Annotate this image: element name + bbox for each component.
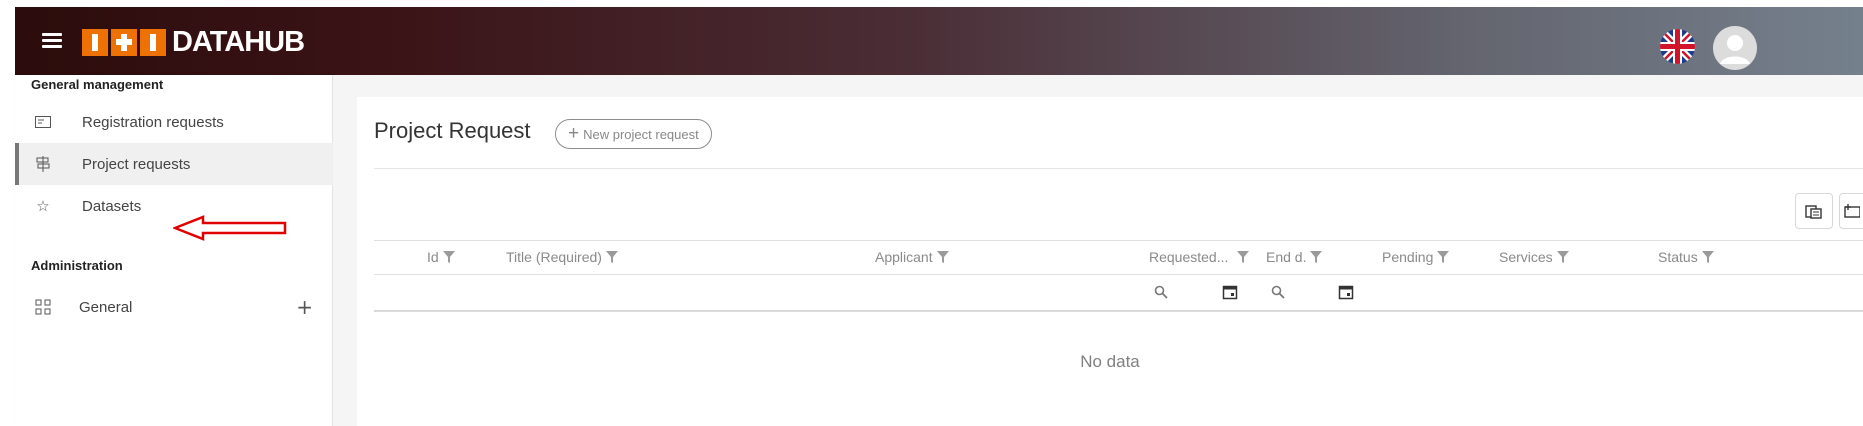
expand-plus-icon[interactable]: + [296, 295, 313, 319]
filter-icon[interactable] [1701, 250, 1715, 264]
filter-icon[interactable] [1236, 250, 1250, 264]
sidebar-item-project-requests[interactable]: Project requests [15, 143, 333, 185]
column-header-label: Services [1499, 249, 1553, 265]
column-header-pending[interactable]: Pending [1382, 249, 1450, 265]
section-title-administration: Administration [31, 258, 123, 273]
column-header-label: Status [1658, 249, 1698, 265]
filter-icon[interactable] [1436, 250, 1450, 264]
logo-text: DATAHUB [172, 25, 305, 58]
new-project-request-label: New project request [583, 126, 699, 142]
signpost-icon [33, 154, 53, 174]
sidebar-item-general[interactable]: General + [15, 286, 333, 328]
column-header-label: Applicant [875, 249, 933, 265]
column-header-label: Requested... [1149, 249, 1229, 265]
column-header-end-date[interactable]: End d. [1266, 249, 1323, 265]
export-button[interactable] [1795, 193, 1833, 229]
filter-icon[interactable] [1556, 250, 1570, 264]
sidebar-item-label: Registration requests [82, 113, 224, 131]
column-header-id[interactable]: Id [427, 249, 456, 265]
red-arrow-annotation-icon [173, 215, 287, 241]
app-logo[interactable]: DATAHUB [82, 25, 305, 58]
sidebar-item-label: Project requests [82, 155, 191, 173]
column-header-label: Pending [1382, 249, 1434, 265]
id-card-icon [33, 112, 53, 132]
section-title-general-management: General management [31, 77, 164, 92]
app-root: DATAHUB General management Registration … [0, 0, 1863, 426]
star-icon: ☆ [36, 197, 50, 215]
user-avatar-icon[interactable] [1713, 26, 1757, 70]
column-header-label: Title (Required) [506, 249, 602, 265]
new-project-request-button[interactable]: + New project request [555, 119, 712, 149]
sidebar: General management Registration requests… [15, 75, 333, 426]
title-divider [374, 168, 1863, 169]
filter-icon[interactable] [936, 250, 950, 264]
logo-one-box [82, 28, 108, 56]
sidebar-item-registration-requests[interactable]: Registration requests [15, 101, 333, 143]
sidebar-item-label: General [79, 298, 133, 316]
search-icon[interactable] [1154, 285, 1168, 299]
grid-filter-row [374, 275, 1863, 312]
column-header-services[interactable]: Services [1499, 249, 1570, 265]
hamburger-menu-icon[interactable] [42, 33, 62, 49]
calendar-icon[interactable] [1338, 284, 1354, 300]
left-margin [0, 0, 15, 426]
column-header-label: Id [427, 249, 439, 265]
column-chooser-icon [1843, 204, 1860, 218]
empty-state-text: No data [1080, 352, 1140, 371]
project-request-card: Project Request + New project request Id… [357, 97, 1863, 426]
filter-icon[interactable] [605, 250, 619, 264]
sidebar-item-label: Datasets [82, 197, 142, 215]
page-title: Project Request [374, 118, 531, 143]
logo-one-box-2 [140, 28, 166, 56]
filter-icon[interactable] [442, 250, 456, 264]
main-content: Project Request + New project request Id… [333, 75, 1863, 426]
filter-icon[interactable] [1309, 250, 1323, 264]
column-chooser-button[interactable] [1839, 193, 1863, 229]
grid-icon [33, 297, 53, 317]
column-header-requested[interactable]: Requested... [1149, 249, 1250, 265]
column-header-status[interactable]: Status [1658, 249, 1715, 265]
uk-flag-icon[interactable] [1660, 29, 1695, 64]
column-header-applicant[interactable]: Applicant [875, 249, 950, 265]
column-header-title[interactable]: Title (Required) [506, 249, 619, 265]
grid-header-row: Id Title (Required) Applicant Requested.… [374, 240, 1863, 275]
calendar-icon[interactable] [1222, 284, 1238, 300]
plus-icon: + [568, 123, 580, 144]
logo-plus-box [111, 28, 137, 56]
column-header-label: End d. [1266, 249, 1307, 265]
header-top-strip [15, 0, 1863, 7]
export-icon [1805, 205, 1822, 219]
top-header-bar: DATAHUB [15, 7, 1863, 75]
search-icon[interactable] [1271, 285, 1285, 299]
